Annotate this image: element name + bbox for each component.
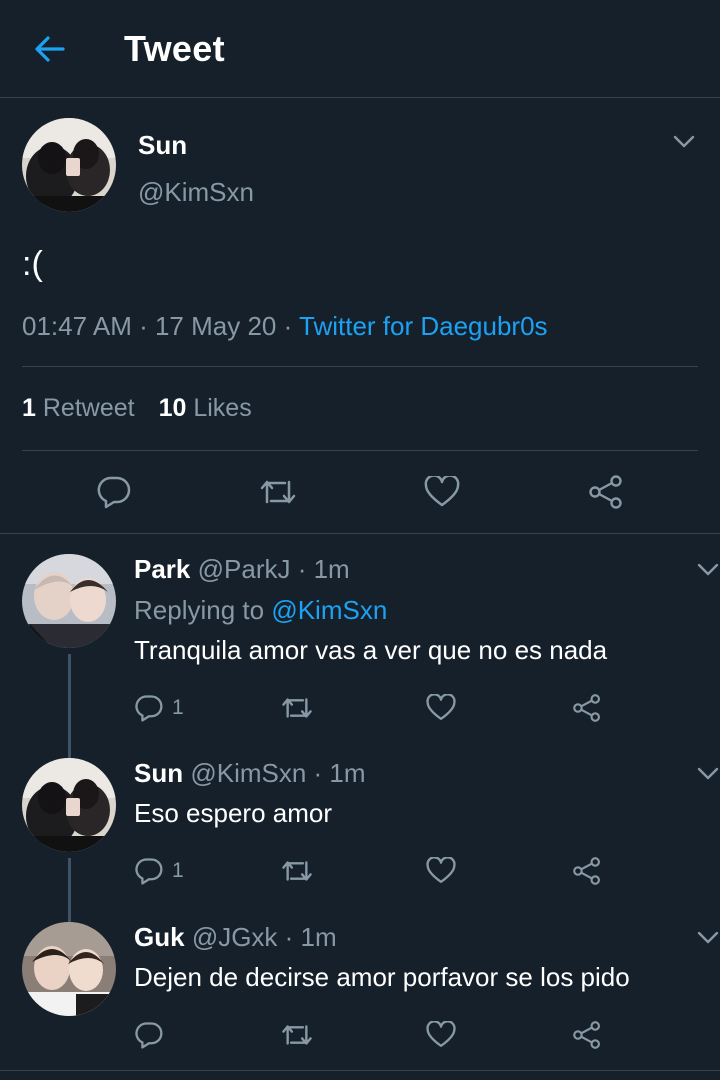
reply-icon xyxy=(135,858,163,885)
tweet-detail-screen: Tweet Sun @KimSxn:(01:47 AM · 17 May 2… xyxy=(0,0,720,1080)
reply-tweet[interactable]: Guk @JGxk · 1m Dejen de decirse amor por… xyxy=(0,922,720,1070)
tweet-stats: 1 Retweet 10 Likes xyxy=(22,367,698,452)
reply-icon[interactable] xyxy=(92,470,136,514)
retweet-icon[interactable] xyxy=(280,1021,426,1049)
like-heart-icon[interactable] xyxy=(426,694,572,722)
avatar[interactable] xyxy=(22,922,116,1017)
top-bar: Tweet xyxy=(0,0,720,98)
tweet-timestamp: 01:47 AM · 17 May 20 · xyxy=(22,311,299,342)
reply-button[interactable]: 1 xyxy=(134,857,280,885)
likes-stat[interactable]: 10 Likes xyxy=(159,394,252,423)
replying-to: Replying to @KimSxn xyxy=(134,595,718,626)
share-icon[interactable] xyxy=(572,1021,718,1050)
reply-header: Guk @JGxk · 1m xyxy=(134,922,718,953)
reply-header: Sun @KimSxn · 1m xyxy=(134,758,718,789)
reply-meta: @KimSxn · 1m xyxy=(190,758,366,789)
chevron-down-icon[interactable] xyxy=(694,556,720,584)
reply-icon xyxy=(135,1022,163,1049)
retweet-count: 1 xyxy=(22,394,36,423)
retweet-icon[interactable] xyxy=(280,857,426,885)
retweet-stat[interactable]: 1 Retweet xyxy=(22,394,135,423)
like-heart-icon[interactable] xyxy=(420,470,464,514)
page-title: Tweet xyxy=(124,27,225,69)
reply-text: Eso espero amor xyxy=(134,798,332,829)
replying-mention-link[interactable]: @KimSxn xyxy=(271,595,387,625)
reply-header: Park @ParkJ · 1m xyxy=(134,554,718,585)
chevron-down-icon[interactable] xyxy=(694,924,720,952)
share-icon[interactable] xyxy=(572,857,718,886)
likes-count: 10 xyxy=(158,394,187,423)
avatar[interactable] xyxy=(22,758,116,853)
share-icon[interactable] xyxy=(584,470,628,514)
retweet-icon[interactable] xyxy=(256,470,300,514)
tweet-text: :( xyxy=(22,245,43,283)
divider xyxy=(0,533,720,535)
reply-tweet[interactable]: Park @ParkJ · 1m Replying to @KimSxn Tra… xyxy=(0,554,720,759)
reply-meta: @JGxk · 1m xyxy=(191,922,337,953)
author-handle[interactable]: @KimSxn xyxy=(138,177,254,208)
reply-count: 1 xyxy=(172,859,184,883)
author-row: Sun @KimSxn xyxy=(22,98,698,212)
tweet-actions xyxy=(22,451,698,533)
reply-button[interactable]: 1 xyxy=(134,694,280,722)
like-heart-icon[interactable] xyxy=(426,857,572,885)
avatar[interactable] xyxy=(22,118,116,212)
reply-count: 1 xyxy=(172,696,184,720)
thread-line xyxy=(67,654,71,759)
reply-text: Dejen de decirse amor porfavor se los pi… xyxy=(134,962,630,993)
reply-author-name[interactable]: Park xyxy=(134,554,190,584)
back-arrow-icon[interactable] xyxy=(30,29,70,69)
reply-author-name[interactable]: Guk xyxy=(134,922,185,952)
main-tweet: Sun @KimSxn :( 01:47 AM · 17 May 20 · Tw… xyxy=(0,98,720,533)
reply-author-name[interactable]: Sun xyxy=(134,758,183,788)
reply-actions xyxy=(134,1015,718,1055)
tweet-source-link[interactable]: Twitter for Daegubr0s xyxy=(299,311,548,341)
share-icon[interactable] xyxy=(572,694,718,723)
divider xyxy=(0,1070,720,1072)
thread-line xyxy=(67,858,71,923)
retweet-label: Retweet xyxy=(42,394,135,423)
retweet-icon[interactable] xyxy=(280,694,426,722)
reply-button[interactable] xyxy=(134,1021,280,1049)
replying-prefix: Replying to xyxy=(134,595,272,626)
chevron-down-icon[interactable] xyxy=(670,128,698,156)
chevron-down-icon[interactable] xyxy=(694,760,720,788)
reply-text: Tranquila amor vas a ver que no es nada xyxy=(134,635,608,666)
tweet-meta: 01:47 AM · 17 May 20 · Twitter for Daegu… xyxy=(22,311,698,368)
like-heart-icon[interactable] xyxy=(426,1021,572,1049)
reply-actions: 1 xyxy=(134,688,718,728)
reply-icon xyxy=(135,695,163,722)
avatar[interactable] xyxy=(22,554,116,649)
reply-actions: 1 xyxy=(134,851,718,891)
reply-meta: @ParkJ · 1m xyxy=(197,554,350,585)
reply-tweet[interactable]: Sun @KimSxn · 1m Eso espero amor 1 xyxy=(0,758,720,923)
author-name[interactable]: Sun xyxy=(138,130,254,161)
likes-label: Likes xyxy=(193,394,252,423)
